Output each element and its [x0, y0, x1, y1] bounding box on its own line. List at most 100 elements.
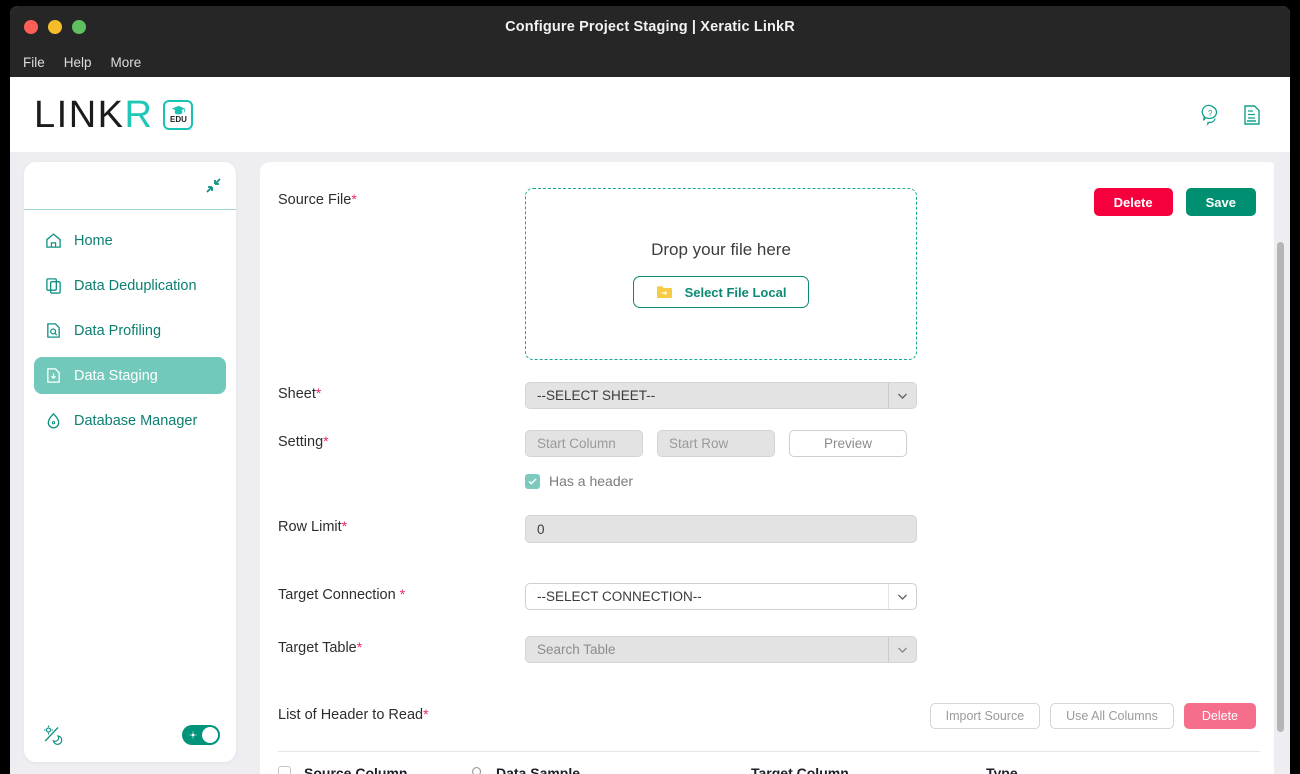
start-row-input[interactable] [657, 430, 775, 457]
vertical-scrollbar[interactable] [1274, 162, 1288, 774]
document-arrow-icon [44, 367, 62, 385]
edu-badge-label: EDU [170, 116, 187, 124]
required-marker: * [316, 385, 321, 401]
label-text: Setting [278, 434, 323, 450]
sidebar-header [24, 162, 236, 210]
select-all-cell [278, 766, 304, 774]
search-icon[interactable] [471, 766, 484, 774]
column-header-target-column: Target Column [751, 765, 986, 774]
svg-text:?: ? [1208, 109, 1213, 118]
label-header-list: List of Header to Read* [278, 703, 525, 723]
has-header-row: Has a header [525, 473, 1256, 489]
label-row-limit: Row Limit* [278, 515, 525, 535]
label-setting: Setting* [278, 430, 525, 450]
sidebar-nav: Home Data Deduplication [24, 210, 236, 708]
sidebar-item-label: Home [74, 233, 113, 249]
header-list-delete-button[interactable]: Delete [1184, 703, 1256, 729]
file-dropzone[interactable]: Drop your file here Select File Local [525, 188, 917, 360]
label-text: List of Header to Read [278, 707, 423, 723]
sidebar-item-data-deduplication[interactable]: Data Deduplication [34, 267, 226, 304]
preview-button[interactable]: Preview [789, 430, 907, 457]
sidebar-container: Home Data Deduplication [10, 152, 250, 774]
select-file-local-label: Select File Local [685, 285, 787, 300]
menu-bar: File Help More [10, 48, 1290, 77]
edu-badge: EDU [163, 100, 193, 130]
field-header-list: List of Header to Read* Import Source Us… [260, 703, 1278, 729]
chevron-down-icon [888, 383, 916, 408]
chevron-down-icon [888, 637, 916, 662]
title-bar: Configure Project Staging | Xeratic Link… [10, 6, 1290, 48]
maximize-window-button[interactable] [72, 20, 86, 34]
required-marker: * [423, 706, 428, 722]
field-target-table: Target Table* Search Table [260, 636, 1278, 663]
column-header-type: Type [986, 765, 1260, 774]
folder-import-icon [656, 285, 673, 299]
delete-button[interactable]: Delete [1094, 188, 1173, 216]
theme-toggle-switch[interactable] [182, 725, 220, 745]
sheet-select-value: --SELECT SHEET-- [537, 388, 655, 403]
database-icon [44, 412, 62, 430]
required-marker: * [400, 586, 405, 602]
select-all-checkbox[interactable] [278, 766, 291, 774]
column-header-label: Source Column [304, 765, 407, 774]
label-sheet: Sheet* [278, 382, 525, 402]
label-text: Source File [278, 192, 351, 208]
required-marker: * [323, 433, 328, 449]
use-all-columns-button[interactable]: Use All Columns [1050, 703, 1174, 729]
sidebar-item-home[interactable]: Home [34, 222, 226, 259]
header-icons: ? [1200, 104, 1262, 126]
menu-item-file[interactable]: File [23, 55, 45, 70]
sidebar-item-label: Data Profiling [74, 323, 161, 339]
save-button[interactable]: Save [1186, 188, 1256, 216]
label-text: Sheet [278, 386, 316, 402]
sidebar-item-label: Database Manager [74, 413, 197, 429]
menu-item-more[interactable]: More [111, 55, 142, 70]
document-report-icon[interactable] [1242, 104, 1262, 126]
field-row-limit: Row Limit* [260, 515, 1278, 543]
target-table-placeholder: Search Table [537, 642, 616, 657]
logo-wordmark: LINKR [34, 96, 153, 134]
sidebar-item-data-profiling[interactable]: Data Profiling [34, 312, 226, 349]
help-chat-icon[interactable]: ? [1200, 104, 1222, 126]
minimize-window-button[interactable] [48, 20, 62, 34]
sidebar-item-data-staging[interactable]: Data Staging [34, 357, 226, 394]
label-text: Target Connection [278, 587, 396, 603]
app-header: LINKR EDU ? [10, 77, 1290, 152]
target-connection-value: --SELECT CONNECTION-- [537, 589, 702, 604]
sun-moon-icon[interactable] [42, 724, 64, 746]
required-marker: * [357, 639, 362, 655]
form-actions: Delete Save [1094, 188, 1256, 216]
field-sheet: Sheet* --SELECT SHEET-- [260, 382, 1278, 409]
scrollbar-thumb[interactable] [1277, 242, 1284, 732]
staging-form-card: Delete Save Source File* Drop your file … [260, 162, 1278, 774]
required-marker: * [342, 518, 347, 534]
window-title: Configure Project Staging | Xeratic Link… [505, 19, 795, 35]
label-target-table: Target Table* [278, 636, 525, 656]
content-container: Delete Save Source File* Drop your file … [250, 152, 1290, 774]
sidebar-item-label: Data Deduplication [74, 278, 197, 294]
label-source-file: Source File* [278, 188, 525, 208]
target-connection-select[interactable]: --SELECT CONNECTION-- [525, 583, 917, 610]
sheet-select[interactable]: --SELECT SHEET-- [525, 382, 917, 409]
target-table-select[interactable]: Search Table [525, 636, 917, 663]
label-target-connection: Target Connection * [278, 583, 525, 603]
menu-item-help[interactable]: Help [64, 55, 92, 70]
app-window: Configure Project Staging | Xeratic Link… [10, 6, 1290, 774]
sidebar: Home Data Deduplication [24, 162, 236, 762]
sidebar-item-database-manager[interactable]: Database Manager [34, 402, 226, 439]
header-table-head: Source Column Data Sample Target Column … [278, 751, 1260, 774]
sidebar-footer [24, 708, 236, 762]
close-window-button[interactable] [24, 20, 38, 34]
logo-text-link: LINK [34, 94, 124, 136]
import-source-button[interactable]: Import Source [930, 703, 1041, 729]
start-column-input[interactable] [525, 430, 643, 457]
collapse-arrows-icon[interactable] [205, 177, 222, 194]
app-logo: LINKR EDU [34, 96, 193, 134]
chevron-down-icon [888, 584, 916, 609]
row-limit-input[interactable] [525, 515, 917, 543]
select-file-local-button[interactable]: Select File Local [633, 276, 810, 308]
header-list-actions: Import Source Use All Columns Delete [525, 703, 1256, 729]
has-header-checkbox[interactable] [525, 474, 540, 489]
toggle-knob [202, 727, 218, 743]
logo-text-r: R [124, 94, 153, 136]
